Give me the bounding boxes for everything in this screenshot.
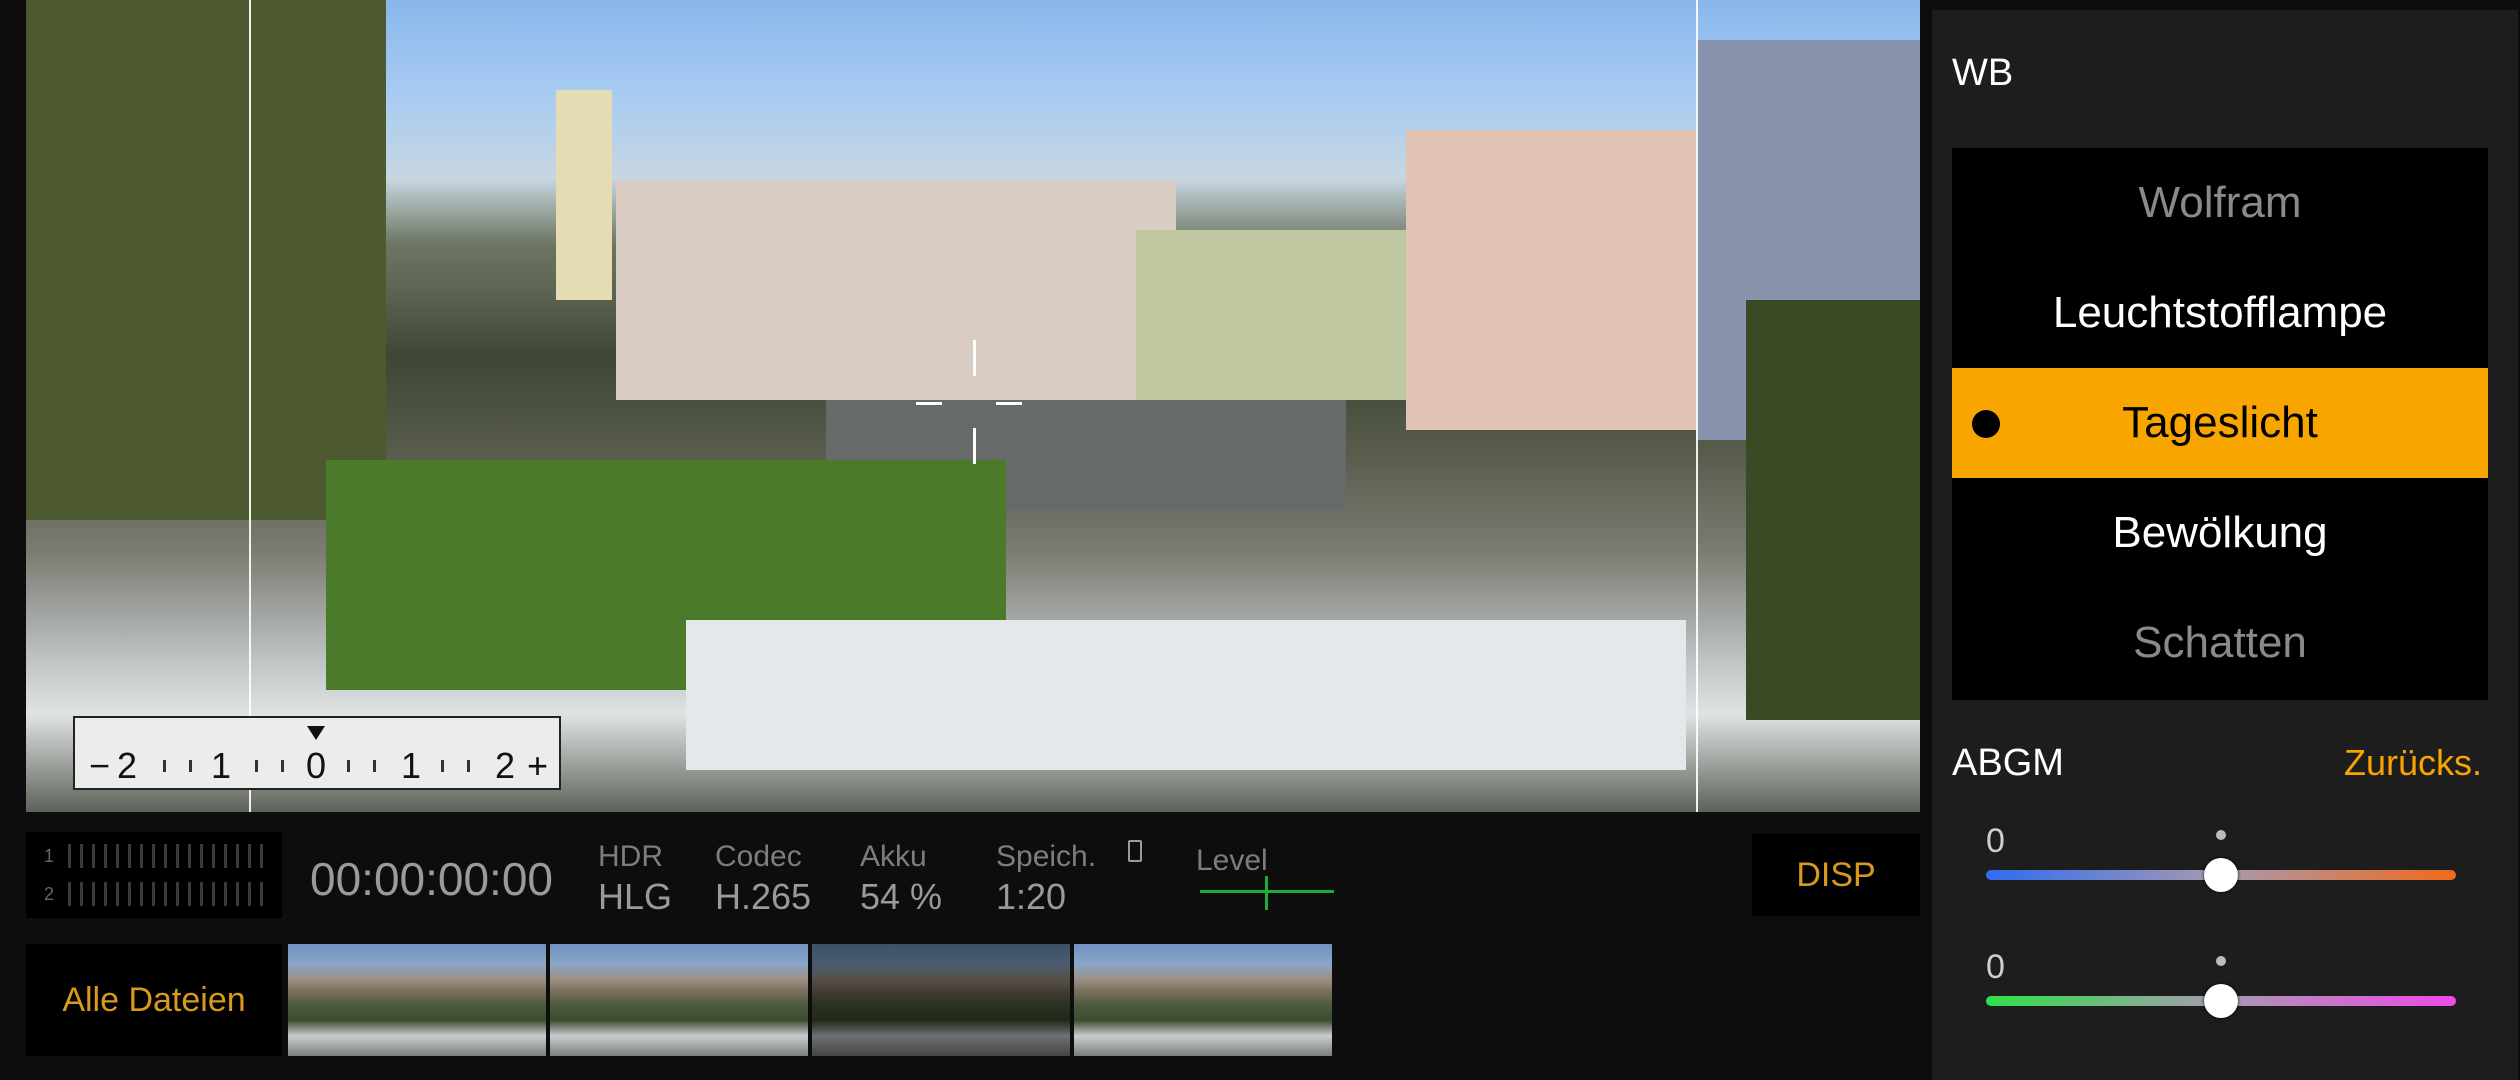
audio-channel-2-label: 2 <box>44 884 55 904</box>
house-pink <box>1406 130 1726 430</box>
storage-label: Speich. <box>996 840 1097 873</box>
exposure-plus-2: 2 <box>495 745 516 786</box>
focus-marker-left <box>916 402 942 405</box>
clip-thumbnail[interactable] <box>812 944 1070 1056</box>
hdr-label: HDR <box>598 840 663 873</box>
audio-level-meter: 1 2 <box>26 832 282 918</box>
church-tower <box>556 90 612 300</box>
clip-thumbnail[interactable] <box>1074 944 1332 1056</box>
frame-guide-left <box>249 0 251 812</box>
house-green <box>1136 230 1406 400</box>
sd-card-icon <box>1128 840 1142 862</box>
green-magenta-value: 0 <box>1986 948 2005 986</box>
wb-option-schatten[interactable]: Schatten <box>1952 588 2488 698</box>
white-balance-panel: WB Wolfram Leuchtstofflampe Tageslicht B… <box>1932 10 2518 1080</box>
codec-label: Codec <box>715 840 802 873</box>
exposure-tick <box>347 760 350 772</box>
wb-option-tageslicht-label: Tageslicht <box>2122 398 2318 447</box>
tree-right <box>1746 300 1920 720</box>
battery-value: 54 % <box>860 876 943 917</box>
green-magenta-slider-thumb[interactable] <box>2204 984 2238 1018</box>
storage-value: 1:20 <box>996 876 1067 917</box>
wb-title: WB <box>1952 52 2014 94</box>
exposure-zero: 0 <box>306 745 327 786</box>
exposure-tick <box>467 760 470 772</box>
amber-blue-value: 0 <box>1986 822 2005 860</box>
tree-left <box>26 0 386 520</box>
exposure-tick <box>373 760 376 772</box>
exposure-meter: − 2 1 0 1 2 + <box>73 716 561 790</box>
focus-marker-right <box>996 402 1022 405</box>
exposure-tick <box>255 760 258 772</box>
reset-button[interactable]: Zurücks. <box>2344 742 2482 784</box>
selected-indicator-icon <box>1972 410 2000 438</box>
hdr-value: HLG <box>598 876 673 917</box>
wb-option-bewoelkung[interactable]: Bewölkung <box>1952 478 2488 588</box>
audio-channel-1-label: 1 <box>44 846 55 866</box>
focus-marker-top <box>973 340 976 376</box>
timecode: 00:00:00:00 <box>310 853 554 905</box>
abgm-label: ABGM <box>1952 742 2064 784</box>
disp-button[interactable]: DISP <box>1752 834 1920 916</box>
wb-preset-list[interactable]: Wolfram Leuchtstofflampe Tageslicht Bewö… <box>1952 148 2488 700</box>
exposure-minus-1: 1 <box>211 745 232 786</box>
house-row <box>616 180 1176 400</box>
level-label: Level <box>1196 844 1268 877</box>
camera-viewfinder[interactable]: − 2 1 0 1 2 + <box>26 0 1920 812</box>
clip-thumbnail[interactable] <box>550 944 808 1056</box>
exposure-indicator-icon <box>307 726 325 740</box>
amber-blue-slider-thumb[interactable] <box>2204 858 2238 892</box>
audio-channel-1-bars <box>68 844 268 868</box>
frame-guide-right <box>1696 0 1698 812</box>
codec-value: H.265 <box>715 876 812 917</box>
exposure-plus: + <box>527 745 549 786</box>
exposure-plus-1: 1 <box>401 745 422 786</box>
exposure-tick <box>281 760 284 772</box>
wb-option-leuchtstofflampe[interactable]: Leuchtstofflampe <box>1952 258 2488 368</box>
exposure-tick <box>163 760 166 772</box>
exposure-tick <box>189 760 192 772</box>
exposure-tick <box>441 760 444 772</box>
battery-label: Akku <box>860 840 927 873</box>
focus-marker-bottom <box>973 428 976 464</box>
exposure-minus: − <box>89 745 111 786</box>
exposure-minus-2: 2 <box>117 745 138 786</box>
slider-center-marker <box>2216 956 2226 966</box>
wb-option-wolfram[interactable]: Wolfram <box>1952 148 2488 258</box>
audio-channel-2-bars <box>68 882 268 906</box>
weir-water <box>686 620 1686 770</box>
slider-center-marker <box>2216 830 2226 840</box>
all-files-button[interactable]: Alle Dateien <box>26 944 282 1056</box>
level-indicator-center <box>1265 876 1268 910</box>
wb-option-tageslicht[interactable]: Tageslicht <box>1952 368 2488 478</box>
clip-thumbnail[interactable] <box>288 944 546 1056</box>
